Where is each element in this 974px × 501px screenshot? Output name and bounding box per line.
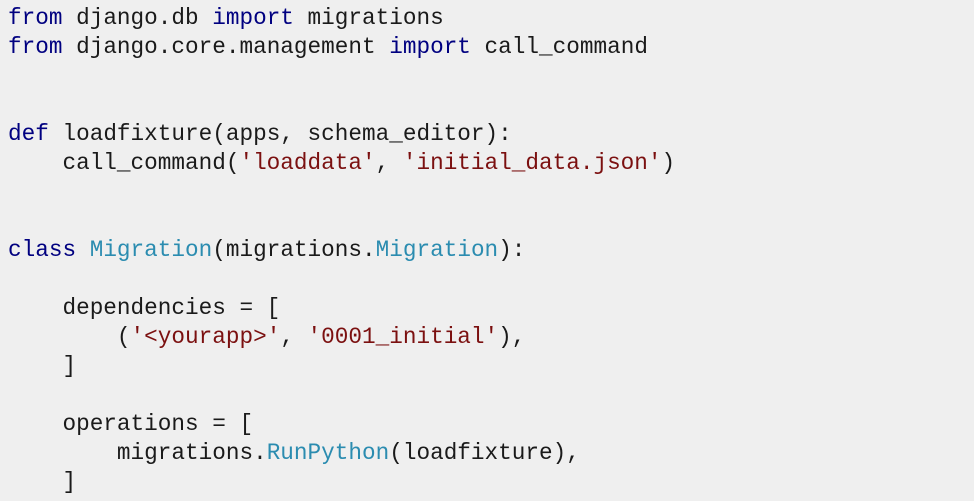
- code-token: django.db: [62, 5, 213, 31]
- code-token: django.core.management: [62, 34, 390, 60]
- code-line: ​: [8, 91, 974, 120]
- code-line: operations = [: [8, 410, 974, 439]
- code-token: (loadfixture),: [389, 440, 580, 466]
- code-token: ),: [498, 324, 526, 350]
- code-token: loadfixture(apps, schema_editor):: [48, 121, 512, 147]
- keyword-token: def: [8, 121, 49, 147]
- keyword-token: class: [8, 237, 77, 263]
- class-name-token: RunPython: [266, 440, 390, 466]
- code-line: migrations.RunPython(loadfixture),: [8, 439, 974, 468]
- code-token: (: [8, 324, 131, 350]
- code-token: call_command: [470, 34, 648, 60]
- string-token: 'loaddata': [239, 150, 376, 176]
- code-line: ​: [8, 265, 974, 294]
- code-token: ,: [375, 150, 403, 176]
- code-line: ]: [8, 352, 974, 381]
- code-line: def loadfixture(apps, schema_editor):: [8, 120, 974, 149]
- code-token: ]: [8, 353, 77, 379]
- code-token: ]: [8, 469, 77, 495]
- code-line: ('<yourapp>', '0001_initial'),: [8, 323, 974, 352]
- code-line: call_command('loaddata', 'initial_data.j…: [8, 149, 974, 178]
- code-token: call_command(: [8, 150, 240, 176]
- code-line: ​: [8, 381, 974, 410]
- code-token: dependencies = [: [8, 295, 281, 321]
- code-token: ,: [280, 324, 308, 350]
- code-line: ]: [8, 468, 974, 497]
- code-token: (migrations.: [212, 237, 376, 263]
- keyword-token: import: [212, 5, 294, 31]
- keyword-token: from: [8, 5, 63, 31]
- code-token: migrations: [293, 5, 444, 31]
- keyword-token: import: [389, 34, 471, 60]
- code-line: from django.db import migrations: [8, 4, 974, 33]
- string-token: 'initial_data.json': [402, 150, 662, 176]
- keyword-token: from: [8, 34, 63, 60]
- code-line: ​: [8, 178, 974, 207]
- code-line: class Migration(migrations.Migration):: [8, 236, 974, 265]
- string-token: '0001_initial': [307, 324, 499, 350]
- code-line: ​: [8, 207, 974, 236]
- class-name-token: Migration: [89, 237, 213, 263]
- code-token: migrations.: [8, 440, 267, 466]
- code-block: from django.db import migrations from dja…: [0, 0, 974, 501]
- class-name-token: Migration: [375, 237, 499, 263]
- code-token: operations = [: [8, 411, 254, 437]
- code-line: ​: [8, 62, 974, 91]
- string-token: '<yourapp>': [130, 324, 281, 350]
- code-token: ):: [498, 237, 526, 263]
- code-line: dependencies = [: [8, 294, 974, 323]
- code-token: ): [661, 150, 676, 176]
- code-line: from django.core.management import call_…: [8, 33, 974, 62]
